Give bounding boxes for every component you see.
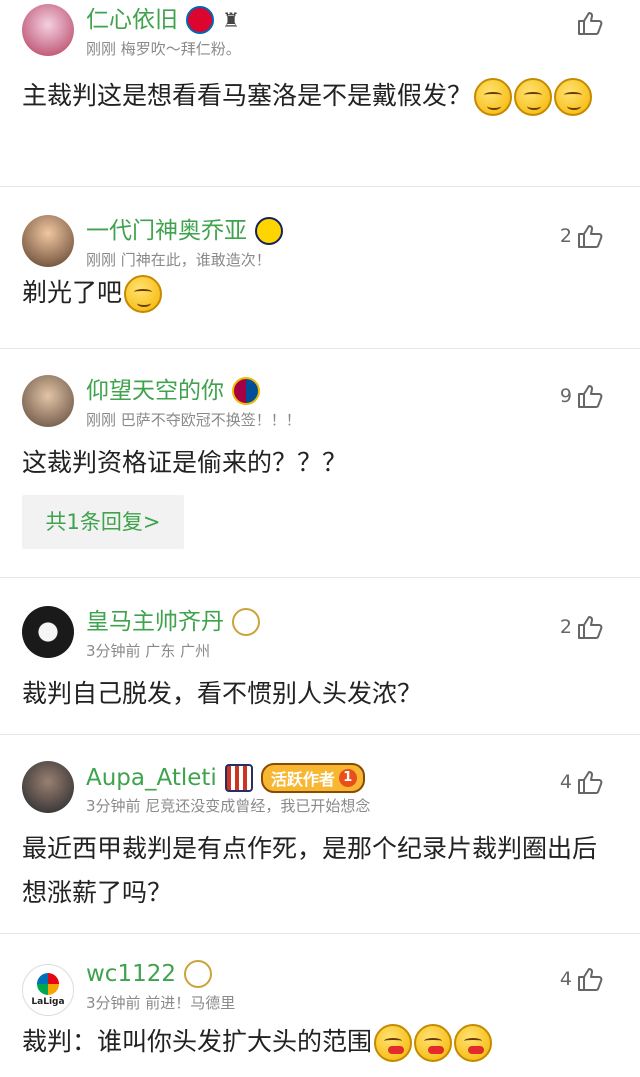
emoji-icon (474, 78, 513, 116)
thumbs-up-icon (578, 771, 603, 794)
comment-item: 仰望天空的你 刚刚 巴萨不夺欧冠不换签！！！ 9 这裁判资格证是偷来的？？？ 共… (0, 349, 640, 578)
like-button[interactable]: 2 (560, 223, 604, 249)
username[interactable]: Aupa_Atleti (86, 764, 217, 792)
view-replies-button[interactable]: 共1条回复> (22, 495, 184, 549)
barcelona-badge-icon (232, 377, 260, 405)
comment-item: LaLiga wc1122 3分钟前 前进！马德里 4 裁判：谁叫你头发扩大头的… (0, 934, 640, 1077)
comment-text: 主裁判这是想看看马塞洛是不是戴假发？ (22, 74, 620, 118)
comment-meta: 刚刚 梅罗吹～拜仁粉。 (86, 40, 241, 58)
bayern-badge-icon (186, 6, 214, 34)
thumbs-up-icon (578, 616, 603, 639)
comment-text: 裁判自己脱发，看不惯别人头发浓？ (22, 679, 423, 708)
comment-text: 最近西甲裁判是有点作死，是那个纪录片裁判圈出后想涨薪了吗？ (22, 834, 598, 907)
comment-item: 皇马主帅齐丹 3分钟前 广东 广州 2 裁判自己脱发，看不惯别人头发浓？ (0, 578, 640, 735)
like-button[interactable]: 4 (560, 769, 604, 795)
real-madrid-badge-icon (232, 608, 260, 636)
avatar[interactable] (22, 606, 74, 658)
emoji-icon (374, 1024, 413, 1062)
comment-item: Aupa_Atleti 活跃作者 1 3分钟前 尼竞还没变成曾经，我已开始想念 4… (0, 735, 640, 934)
emoji-icon (514, 78, 553, 116)
atletico-badge-icon (224, 764, 253, 792)
avatar[interactable] (22, 375, 74, 427)
like-count: 4 (559, 968, 572, 990)
comment-item: 一代门神奥乔亚 刚刚 门神在此，谁敢造次！ 2 剃光了吧 (0, 187, 640, 349)
comment-text: 这裁判资格证是偷来的？？？ (22, 448, 348, 477)
emoji-icon (124, 275, 163, 313)
trophy-icon: ♜ (222, 8, 240, 32)
avatar-label: LaLiga (31, 997, 65, 1007)
avatar[interactable] (22, 4, 74, 56)
avatar[interactable] (22, 761, 74, 813)
comment-meta: 3分钟前 尼竞还没变成曾经，我已开始想念 (86, 797, 371, 815)
comment-meta: 刚刚 巴萨不夺欧冠不换签！！！ (86, 411, 301, 429)
comment-meta: 3分钟前 前进！马德里 (86, 994, 236, 1012)
active-author-badge: 活跃作者 1 (260, 763, 365, 793)
username[interactable]: wc1122 (86, 960, 176, 988)
comment-text: 裁判：谁叫你头发扩大头的范围 (22, 1020, 620, 1064)
club-america-badge-icon (255, 217, 283, 245)
username[interactable]: 皇马主帅齐丹 (86, 608, 224, 636)
emoji-icon (554, 78, 593, 116)
like-button[interactable]: 2 (560, 614, 604, 640)
comment-meta: 刚刚 门神在此，谁敢造次！ (86, 251, 271, 269)
username[interactable]: 一代门神奥乔亚 (86, 217, 247, 245)
comment-item: 仁心依旧 ♜ 刚刚 梅罗吹～拜仁粉。 主裁判这是想看看马塞洛是不是戴假发？ (0, 0, 640, 187)
like-button[interactable] (572, 10, 604, 36)
avatar[interactable]: LaLiga (22, 964, 74, 1016)
username[interactable]: 仁心依旧 (86, 6, 178, 34)
username[interactable]: 仰望天空的你 (86, 377, 224, 405)
emoji-icon (414, 1024, 453, 1062)
like-count: 4 (559, 771, 572, 793)
comment-meta: 3分钟前 广东 广州 (86, 642, 211, 660)
like-button[interactable]: 4 (560, 966, 604, 992)
avatar[interactable] (22, 215, 74, 267)
laliga-logo (37, 973, 59, 995)
thumbs-up-icon (578, 385, 603, 408)
thumbs-up-icon (578, 968, 603, 991)
real-madrid-badge-icon (184, 960, 212, 988)
thumbs-up-icon (578, 12, 603, 35)
like-button[interactable]: 9 (560, 383, 604, 409)
emoji-icon (454, 1024, 493, 1062)
like-count: 9 (559, 385, 572, 407)
like-count: 2 (559, 225, 572, 247)
comment-text: 剃光了吧 (22, 271, 620, 315)
thumbs-up-icon (578, 225, 603, 248)
like-count: 2 (559, 616, 572, 638)
